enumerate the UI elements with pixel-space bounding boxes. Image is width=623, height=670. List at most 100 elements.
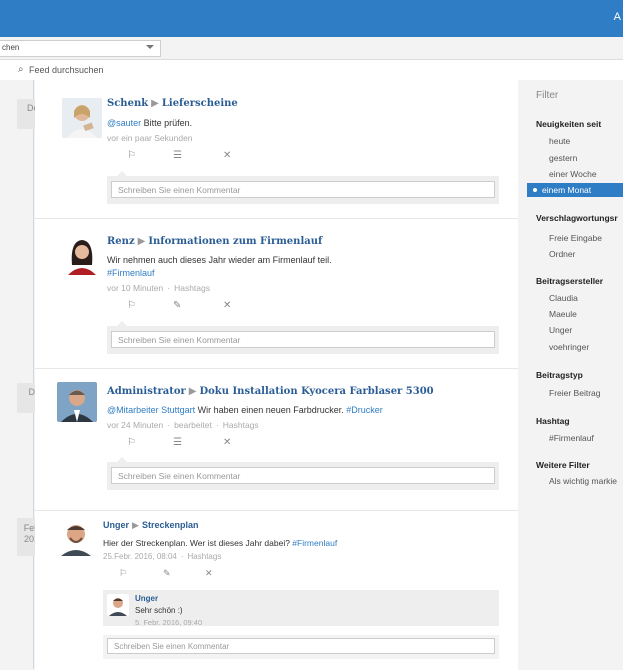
filter-group-creator: Beitragsersteller <box>536 276 604 286</box>
comment-box-pointer <box>117 321 127 326</box>
post-time: 25.Febr. 2016, 08:04 <box>103 552 177 561</box>
meta-separator: · <box>180 552 184 561</box>
user-menu[interactable]: A <box>614 11 621 23</box>
post-author[interactable]: Unger <box>103 520 129 530</box>
flag-icon[interactable]: ⚐ <box>127 150 136 161</box>
comment-box-pointer <box>117 457 127 462</box>
post-body: Hier der Streckenplan. Wer ist dieses Ja… <box>103 538 293 548</box>
filter-group-hashtag: Hashtag <box>536 416 570 426</box>
filter-title: Filter <box>536 90 559 101</box>
bullet-icon <box>533 188 537 192</box>
filter-option[interactable]: #Firmenlauf <box>549 433 594 443</box>
filter-option-label: einem Monat <box>542 185 592 195</box>
hashtag-link[interactable]: #Firmenlauf <box>292 538 337 548</box>
post-hashtags-link[interactable]: Hashtags <box>188 552 222 561</box>
comment-author[interactable]: Unger <box>135 594 158 603</box>
post-author[interactable]: Schenk <box>107 98 148 109</box>
comment-input[interactable]: Schreiben Sie einen Kommentar <box>107 638 495 654</box>
avatar[interactable] <box>62 98 102 138</box>
post-text: Hier der Streckenplan. Wer ist dieses Ja… <box>103 538 337 548</box>
post-text: @sauter Bitte prüfen. <box>107 118 192 128</box>
comment-box-pointer <box>117 171 127 176</box>
close-icon[interactable]: ✕ <box>223 300 231 311</box>
toolbar: chen <box>0 37 623 60</box>
tag-icon[interactable]: ✎ <box>173 300 181 311</box>
close-icon[interactable]: ✕ <box>205 568 213 579</box>
arrow-right-icon: ▶ <box>151 98 159 109</box>
comment-input[interactable]: Schreiben Sie einen Kommentar <box>111 467 495 484</box>
filter-group-more: Weitere Filter <box>536 460 590 470</box>
post-author[interactable]: Renz <box>107 236 135 247</box>
post-meta: vor ein paar Sekunden <box>107 133 193 143</box>
feed-search[interactable]: ⌕ Feed durchsuchen <box>0 60 623 80</box>
flag-icon[interactable]: ⚐ <box>127 300 136 311</box>
post-target[interactable]: Informationen zum Firmenlauf <box>148 236 322 247</box>
meta-separator: · <box>167 283 171 293</box>
mention-link[interactable]: @Mitarbeiter Stuttgart <box>107 405 195 415</box>
post-target[interactable]: Streckenplan <box>142 520 199 530</box>
filter-option-selected[interactable]: einem Monat <box>527 183 623 197</box>
comment-time: 5. Febr. 2016, 09:40 <box>135 618 203 627</box>
top-bar: A <box>0 0 623 37</box>
post-title: Unger ▶ Streckenplan <box>103 520 198 531</box>
filter-option[interactable]: Claudia <box>549 293 578 303</box>
post-hashtags-link[interactable]: Hashtags <box>174 283 210 293</box>
avatar[interactable] <box>57 518 95 556</box>
rss-icon[interactable]: ☰ <box>173 437 182 448</box>
filter-group-news: Neuigkeiten seit <box>536 119 602 129</box>
filter-option[interactable]: Freier Beitrag <box>549 388 601 398</box>
filter-option[interactable]: Maeule <box>549 309 577 319</box>
comment-box: Schreiben Sie einen Kommentar <box>107 457 499 490</box>
post-hashtags-link[interactable]: Hashtags <box>223 420 259 430</box>
search-icon: ⌕ <box>18 64 24 75</box>
post-text: @Mitarbeiter Stuttgart Wir haben einen n… <box>107 405 383 415</box>
flag-icon[interactable]: ⚐ <box>127 437 136 448</box>
filter-option[interactable]: einer Woche <box>549 169 597 179</box>
post-body: Wir nehmen auch dieses Jahr wieder am Fi… <box>107 255 332 265</box>
view-select[interactable]: chen <box>0 40 161 57</box>
post-time: vor 10 Minuten <box>107 283 164 293</box>
mention-link[interactable]: @sauter <box>107 118 141 128</box>
tag-icon[interactable]: ✎ <box>163 568 171 579</box>
arrow-right-icon: ▶ <box>132 520 139 530</box>
flag-icon[interactable]: ⚐ <box>119 568 127 579</box>
post-author[interactable]: Administrator <box>107 386 186 397</box>
view-select-value: chen <box>2 43 20 52</box>
filter-group-type: Beitragstyp <box>536 370 583 380</box>
hashtag-link[interactable]: #Firmenlauf <box>107 268 155 278</box>
filter-option[interactable]: heute <box>549 136 570 146</box>
close-icon[interactable]: ✕ <box>223 437 231 448</box>
filter-group-keywords: Verschlagwortungsr <box>536 213 618 223</box>
meta-separator: · <box>167 420 171 430</box>
filter-option[interactable]: Ordner <box>549 249 575 259</box>
comment-input[interactable]: Schreiben Sie einen Kommentar <box>111 331 495 348</box>
post-target[interactable]: Doku Installation Kyocera Farblaser 5300 <box>199 386 433 397</box>
post-body: Bitte prüfen. <box>141 118 193 128</box>
rss-icon[interactable]: ☰ <box>173 150 182 161</box>
comment-box: Schreiben Sie einen Kommentar <box>107 171 499 204</box>
comment-box: Schreiben Sie einen Kommentar <box>103 635 499 659</box>
post-text: Wir nehmen auch dieses Jahr wieder am Fi… <box>107 255 332 265</box>
filter-sidebar: Filter Neuigkeiten seit heute gestern ei… <box>518 80 623 669</box>
post-meta: vor 24 Minuten · bearbeitet · Hashtags <box>107 420 259 430</box>
avatar[interactable] <box>107 594 129 616</box>
filter-option[interactable]: voehringer <box>549 342 589 352</box>
filter-option[interactable]: Unger <box>549 325 572 335</box>
timeline-line <box>33 80 34 669</box>
post-target[interactable]: Lieferscheine <box>162 98 238 109</box>
arrow-right-icon: ▶ <box>188 386 197 397</box>
post-time: vor 24 Minuten <box>107 420 164 430</box>
arrow-right-icon: ▶ <box>137 236 146 247</box>
hashtag-link[interactable]: #Drucker <box>346 405 383 415</box>
filter-option[interactable]: Als wichtig markie <box>549 476 617 486</box>
avatar[interactable] <box>62 235 102 275</box>
close-icon[interactable]: ✕ <box>223 150 231 161</box>
chevron-down-icon <box>146 45 154 49</box>
avatar[interactable] <box>57 382 97 422</box>
meta-separator: · <box>215 420 219 430</box>
filter-option[interactable]: gestern <box>549 153 577 163</box>
post-edited-label: bearbeitet <box>174 420 212 430</box>
feed-search-label: Feed durchsuchen <box>29 65 104 75</box>
comment-input[interactable]: Schreiben Sie einen Kommentar <box>111 181 495 198</box>
filter-option[interactable]: Freie Eingabe <box>549 233 602 243</box>
